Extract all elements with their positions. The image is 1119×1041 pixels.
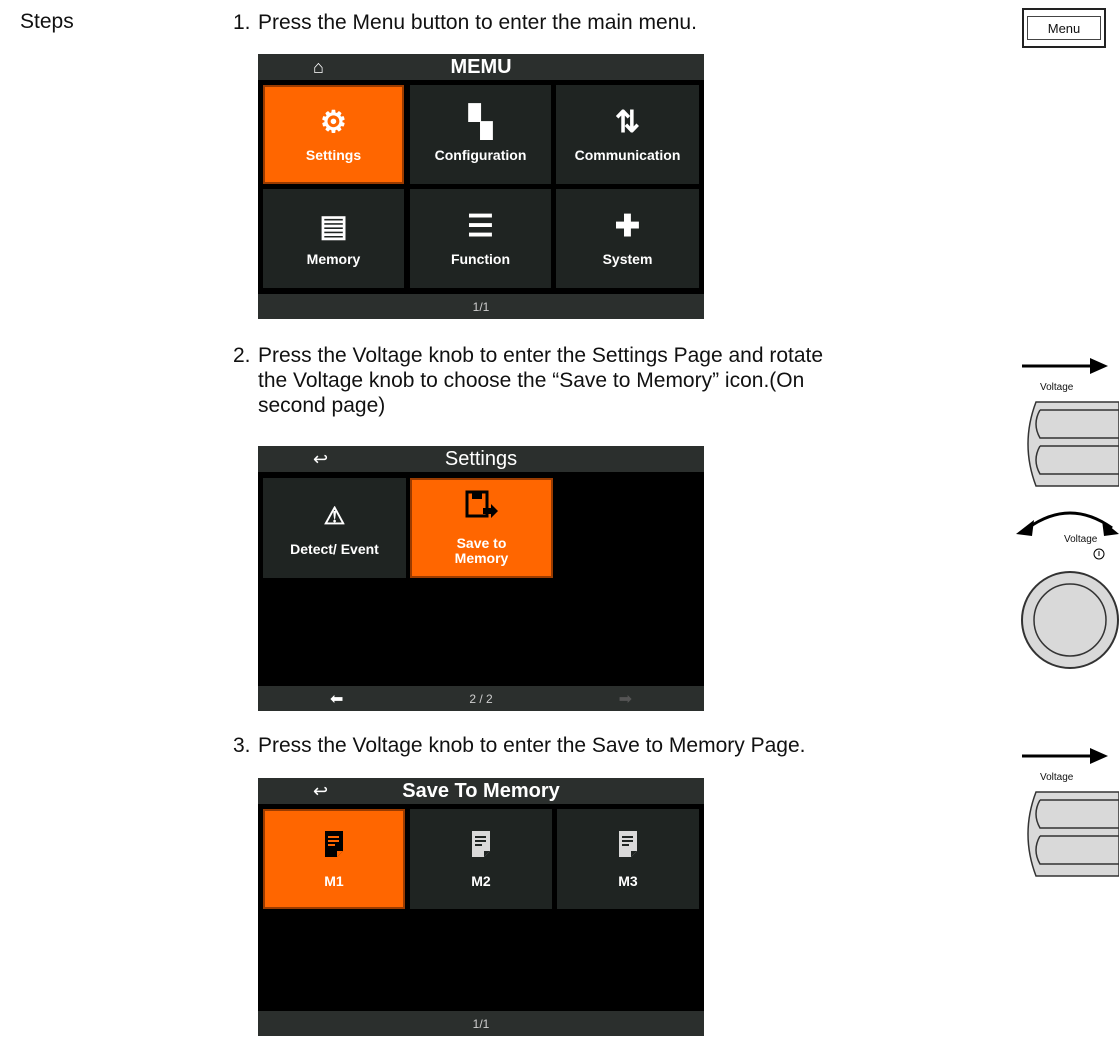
function-tile-label: Function xyxy=(450,251,511,267)
gear-icon: ⚙ xyxy=(320,106,347,139)
file-icon xyxy=(618,830,638,866)
save-to-memory-title-bar: ↩ Save To Memory xyxy=(258,778,704,804)
puzzle-icon: ✚ xyxy=(614,210,641,243)
memory-slot-m1-label: M1 xyxy=(324,872,344,889)
memory-slot-m3[interactable]: M3 xyxy=(557,809,699,909)
step-2-line-1: Press the Voltage knob to enter the Sett… xyxy=(258,344,824,367)
configuration-tile-label: Configuration xyxy=(434,147,527,163)
file-icon xyxy=(324,830,344,866)
function-tile[interactable]: ☰ Function xyxy=(410,189,551,288)
system-tile[interactable]: ✚ System xyxy=(556,189,699,288)
communication-tile[interactable]: ⇅ Communication xyxy=(556,85,699,184)
voltage-label-3: Voltage xyxy=(1040,772,1074,783)
knob-side-icon xyxy=(1027,401,1119,487)
home-icon[interactable]: ⌂ xyxy=(313,57,324,78)
voltage-knob-press-illustration-1: Voltage xyxy=(1020,350,1119,490)
settings-title-bar: ↩ Settings xyxy=(258,446,704,472)
main-menu-title: MEMU xyxy=(450,55,512,78)
memory-icon: ▤ xyxy=(319,210,348,243)
voltage-label-2: Voltage xyxy=(1064,534,1098,545)
voltage-knob-rotate-illustration: Voltage xyxy=(1010,500,1119,712)
main-menu-page-indicator: 1/1 xyxy=(258,294,704,319)
back-icon[interactable]: ↩ xyxy=(313,781,328,802)
step-3-number: 3. xyxy=(233,734,251,757)
steps-label: Steps xyxy=(20,10,74,33)
save-to-memory-page-indicator: 1/1 xyxy=(258,1011,704,1036)
memory-slot-m2-label: M2 xyxy=(471,872,491,889)
knob-front-icon xyxy=(1021,548,1119,669)
memory-tile-label: Memory xyxy=(306,251,361,267)
step-1-instruction: Press the Menu button to enter the main … xyxy=(258,11,697,34)
settings-footer: ⬅ 2 / 2 ➡ xyxy=(258,686,704,711)
memory-slot-m2[interactable]: M2 xyxy=(410,809,552,909)
back-icon[interactable]: ↩ xyxy=(313,449,328,470)
knob-side-icon xyxy=(1027,791,1119,877)
step-1-text: 1. Press the Menu button to enter the mai… xyxy=(233,10,873,35)
menu-button-illustration: Menu xyxy=(1022,8,1106,48)
configuration-icon: ▚ xyxy=(468,106,493,139)
save-to-memory-icon xyxy=(465,490,499,528)
communication-icon: ⇅ xyxy=(614,106,641,139)
step-2-text: 2. Press the Voltage knob to enter the Se… xyxy=(233,343,973,418)
step-3-instruction: Press the Voltage knob to enter the Save… xyxy=(258,734,806,757)
step-2-number: 2. xyxy=(233,344,251,367)
detect-event-tile[interactable]: ⚠ Detect/ Event xyxy=(263,478,406,578)
settings-page-indicator: 2 / 2 xyxy=(469,691,493,706)
configuration-tile[interactable]: ▚ Configuration xyxy=(410,85,551,184)
settings-screen: ↩ Settings ⚠ Detect/ Event Save to Memor… xyxy=(258,446,704,711)
main-menu-screen: ⌂ MEMU ⚙ Settings ▚ Configuration ⇅ Comm… xyxy=(258,54,704,319)
step-2-line-2: the Voltage knob to choose the “Save to … xyxy=(258,369,805,392)
detect-event-tile-label: Detect/ Event xyxy=(290,540,379,557)
settings-title: Settings xyxy=(444,447,518,470)
voltage-label-1: Voltage xyxy=(1040,382,1074,393)
memory-slot-m1[interactable]: M1 xyxy=(263,809,405,909)
settings-tile-label: Settings xyxy=(305,147,362,163)
system-tile-label: System xyxy=(602,251,653,267)
memory-tile[interactable]: ▤ Memory xyxy=(263,189,404,288)
save-to-memory-screen: ↩ Save To Memory M1 M2 M3 1/1 xyxy=(258,778,704,1036)
voltage-knob-press-illustration-2: Voltage xyxy=(1020,740,1119,880)
page-right-arrow-icon[interactable]: ➡ xyxy=(619,689,632,709)
save-to-memory-tile-label: Save to Memory xyxy=(454,535,509,566)
step-1-number: 1. xyxy=(233,11,251,34)
list-icon: ☰ xyxy=(467,210,494,243)
warning-icon: ⚠ xyxy=(323,502,346,530)
file-icon xyxy=(471,830,491,866)
settings-tile[interactable]: ⚙ Settings xyxy=(263,85,404,184)
step-2-line-3: second page) xyxy=(258,394,386,417)
main-menu-title-bar: ⌂ MEMU xyxy=(258,54,704,80)
page-left-arrow-icon[interactable]: ⬅ xyxy=(330,689,343,709)
save-to-memory-tile[interactable]: Save to Memory xyxy=(410,478,553,578)
communication-tile-label: Communication xyxy=(574,147,681,163)
memory-slot-m3-label: M3 xyxy=(618,872,638,889)
menu-button-label: Menu xyxy=(1027,16,1101,40)
save-to-memory-title: Save To Memory xyxy=(402,779,560,802)
step-3-text: 3. Press the Voltage knob to enter the Sa… xyxy=(233,733,933,758)
